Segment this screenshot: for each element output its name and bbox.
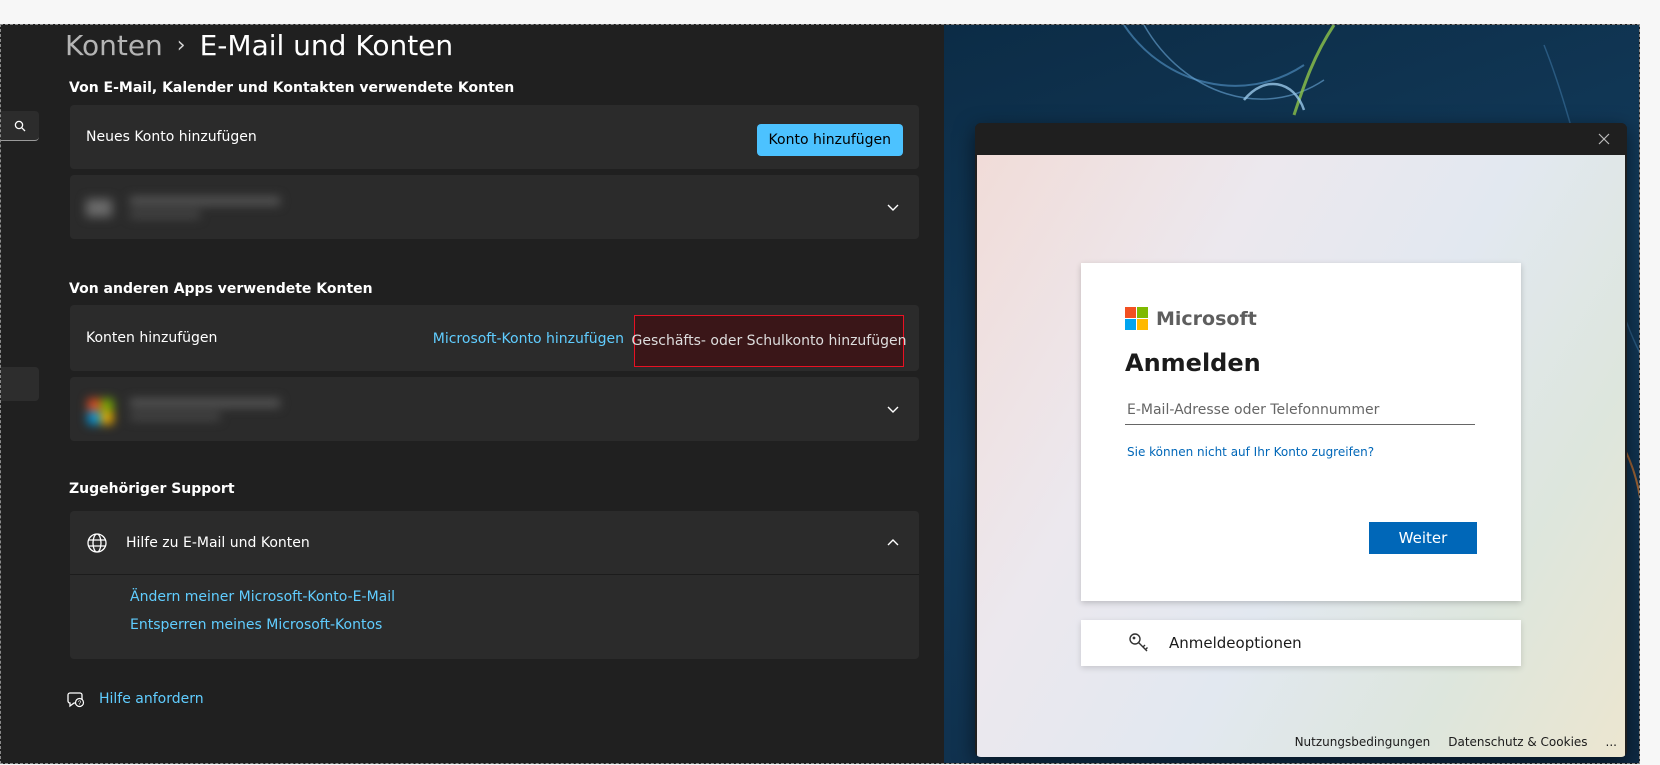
blurred-microsoft-account-info bbox=[88, 399, 280, 424]
breadcrumb-separator: › bbox=[176, 33, 186, 58]
new-account-card: Neues Konto hinzufügen Konto hinzufügen bbox=[70, 105, 919, 169]
add-work-school-account-button[interactable]: Geschäfts- oder Schulkonto hinzufügen bbox=[632, 315, 906, 367]
globe-icon bbox=[87, 532, 107, 553]
screen-frame: Konten › E-Mail und Konten Von E-Mail, K… bbox=[0, 24, 1640, 764]
key-icon bbox=[1129, 633, 1148, 652]
dialog-titlebar bbox=[975, 123, 1627, 155]
email-input[interactable] bbox=[1125, 395, 1475, 425]
microsoft-brand-text: Microsoft bbox=[1156, 307, 1257, 330]
microsoft-signin-dialog: Microsoft Anmelden Sie können nicht auf … bbox=[975, 123, 1627, 757]
dialog-content: Microsoft Anmelden Sie können nicht auf … bbox=[977, 155, 1625, 757]
breadcrumb-parent[interactable]: Konten bbox=[65, 29, 163, 62]
signin-options-card[interactable]: Anmeldeoptionen bbox=[1081, 620, 1521, 666]
support-links-panel: Ändern meiner Microsoft-Konto-E-Mail Ent… bbox=[70, 575, 919, 659]
help-chat-icon: ? bbox=[67, 692, 85, 708]
email-accounts-heading: Von E-Mail, Kalender und Kontakten verwe… bbox=[69, 80, 515, 96]
microsoft-logo-icon bbox=[1125, 307, 1148, 330]
add-accounts-card: Konten hinzufügen Microsoft-Konto hinzuf… bbox=[70, 305, 919, 371]
signin-title: Anmelden bbox=[1125, 349, 1261, 377]
next-button[interactable]: Weiter bbox=[1369, 522, 1477, 554]
dialog-footer: Nutzungsbedingungen Datenschutz & Cookie… bbox=[1295, 735, 1617, 749]
blurred-account-info bbox=[86, 197, 280, 218]
support-link-unlock-account[interactable]: Entsperren meines Microsoft-Kontos bbox=[130, 617, 382, 633]
chevron-down-icon[interactable] bbox=[885, 401, 901, 417]
other-apps-heading: Von anderen Apps verwendete Konten bbox=[69, 281, 373, 297]
chevron-up-icon[interactable] bbox=[885, 535, 901, 551]
get-help-link[interactable]: Hilfe anfordern bbox=[99, 691, 204, 707]
breadcrumb: Konten › E-Mail und Konten bbox=[65, 29, 453, 62]
get-help-row[interactable]: ? Hilfe anfordern bbox=[67, 690, 204, 708]
cant-access-account-link[interactable]: Sie können nicht auf Ihr Konto zugreifen… bbox=[1127, 445, 1374, 459]
new-account-label: Neues Konto hinzufügen bbox=[86, 129, 257, 145]
help-email-accounts-title: Hilfe zu E-Mail und Konten bbox=[126, 534, 310, 551]
add-microsoft-account-link[interactable]: Microsoft-Konto hinzufügen bbox=[433, 331, 624, 347]
close-icon[interactable] bbox=[1597, 132, 1611, 146]
settings-window: Konten › E-Mail und Konten Von E-Mail, K… bbox=[1, 25, 944, 763]
email-account-row[interactable] bbox=[70, 175, 919, 239]
privacy-cookies-link[interactable]: Datenschutz & Cookies bbox=[1448, 735, 1587, 749]
support-heading: Zugehöriger Support bbox=[69, 481, 235, 497]
search-icon bbox=[14, 120, 26, 131]
nav-selected-item[interactable] bbox=[1, 367, 39, 401]
microsoft-logo: Microsoft bbox=[1125, 307, 1257, 330]
add-accounts-label: Konten hinzufügen bbox=[86, 330, 218, 346]
signin-card: Microsoft Anmelden Sie können nicht auf … bbox=[1081, 263, 1521, 601]
chevron-down-icon[interactable] bbox=[885, 199, 901, 215]
microsoft-account-row[interactable] bbox=[70, 377, 919, 441]
help-email-accounts-header[interactable]: Hilfe zu E-Mail und Konten bbox=[70, 511, 919, 575]
more-options-button[interactable]: ... bbox=[1606, 735, 1617, 749]
page-title: E-Mail und Konten bbox=[199, 29, 454, 62]
support-link-change-email[interactable]: Ändern meiner Microsoft-Konto-E-Mail bbox=[130, 589, 395, 605]
add-account-button[interactable]: Konto hinzufügen bbox=[756, 124, 903, 156]
nav-search-box[interactable] bbox=[1, 111, 39, 141]
terms-link[interactable]: Nutzungsbedingungen bbox=[1295, 735, 1431, 749]
signin-options-label: Anmeldeoptionen bbox=[1169, 634, 1302, 652]
